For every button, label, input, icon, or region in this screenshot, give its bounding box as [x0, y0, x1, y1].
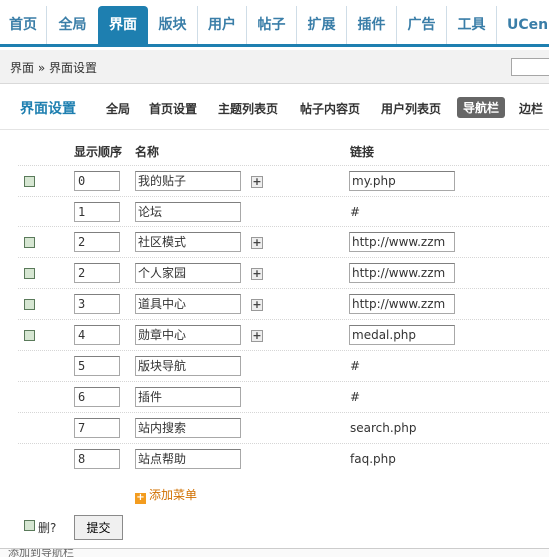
display-order-input[interactable]: 3: [74, 294, 120, 314]
row-divider: [18, 196, 549, 197]
submit-button[interactable]: 提交: [74, 515, 123, 540]
display-order-input[interactable]: 5: [74, 356, 120, 376]
row-checkbox[interactable]: [24, 299, 35, 310]
expand-submenu-icon[interactable]: +: [251, 237, 263, 249]
add-menu-link[interactable]: + 添加菜单: [135, 486, 197, 504]
row-checkbox[interactable]: [24, 176, 35, 187]
top-nav: 首页 全局 界面 版块 用户 帖子 扩展 插件 广告 工具 UCen: [0, 0, 549, 47]
delete-label: 删?: [38, 521, 57, 535]
column-header-link: 链接: [350, 145, 375, 159]
menu-name-input[interactable]: 版块导航: [135, 356, 241, 376]
breadcrumb-bar: 界面 » 界面设置: [0, 50, 549, 84]
search-input[interactable]: [511, 58, 549, 76]
row-divider: [18, 226, 549, 227]
row-divider: [18, 412, 549, 413]
subtab-user-list[interactable]: 用户列表页: [381, 100, 441, 117]
page-title: 界面设置: [20, 101, 76, 117]
expand-submenu-icon[interactable]: +: [251, 268, 263, 280]
add-icon: +: [135, 492, 146, 504]
row-divider: [18, 165, 549, 166]
menu-name-input[interactable]: 道具中心: [135, 294, 241, 314]
row-checkbox[interactable]: [24, 330, 35, 341]
display-order-input[interactable]: 2: [74, 263, 120, 283]
link-input[interactable]: my.php: [349, 171, 455, 191]
link-input[interactable]: medal.php: [349, 325, 455, 345]
add-menu-label: 添加菜单: [149, 488, 198, 502]
link-text: #: [350, 390, 361, 404]
display-order-input[interactable]: 8: [74, 449, 120, 469]
tab-posts[interactable]: 帖子: [246, 6, 296, 44]
row-divider: [18, 381, 549, 382]
row-divider: [18, 319, 549, 320]
subtab-thread-list[interactable]: 主题列表页: [218, 100, 278, 117]
tab-tools[interactable]: 工具: [446, 6, 496, 44]
tab-interface[interactable]: 界面: [98, 6, 148, 47]
tab-global[interactable]: 全局: [46, 6, 98, 44]
delete-checkbox[interactable]: [24, 520, 35, 531]
tab-users[interactable]: 用户: [197, 6, 246, 44]
tab-forums[interactable]: 版块: [148, 6, 197, 44]
link-input[interactable]: http://www.zzm: [349, 263, 455, 283]
subtab-home-settings[interactable]: 首页设置: [149, 100, 197, 117]
sub-header: 界面设置 全局 首页设置 主题列表页 帖子内容页 用户列表页 导航栏 边栏: [0, 84, 549, 130]
display-order-input[interactable]: 7: [74, 418, 120, 438]
subtab-sidebar[interactable]: 边栏: [519, 100, 543, 117]
menu-name-input[interactable]: 站点帮助: [135, 449, 241, 469]
menu-name-input[interactable]: 插件: [135, 387, 241, 407]
menu-name-input[interactable]: 社区模式: [135, 232, 241, 252]
row-divider: [18, 443, 549, 444]
link-text: faq.php: [350, 452, 396, 466]
display-order-input[interactable]: 4: [74, 325, 120, 345]
column-header-name: 名称: [135, 145, 160, 159]
tab-ads[interactable]: 广告: [396, 6, 446, 44]
tab-ucenter[interactable]: UCen: [496, 6, 549, 44]
menu-name-input[interactable]: 我的贴子: [135, 171, 241, 191]
tab-extend[interactable]: 扩展: [296, 6, 346, 44]
display-order-input[interactable]: 1: [74, 202, 120, 222]
row-divider: [18, 288, 549, 289]
menu-name-input[interactable]: 个人家园: [135, 263, 241, 283]
bottom-text: 添加到导航栏: [8, 548, 74, 557]
tab-home[interactable]: 首页: [0, 6, 46, 44]
link-input[interactable]: http://www.zzm: [349, 232, 455, 252]
menu-name-input[interactable]: 勋章中心: [135, 325, 241, 345]
row-divider: [18, 257, 549, 258]
row-checkbox[interactable]: [24, 268, 35, 279]
tab-plugins[interactable]: 插件: [346, 6, 396, 44]
link-text: search.php: [350, 421, 417, 435]
subtab-global[interactable]: 全局: [106, 100, 130, 117]
link-input[interactable]: http://www.zzm: [349, 294, 455, 314]
link-text: #: [350, 359, 361, 373]
subtab-navbar[interactable]: 导航栏: [457, 97, 506, 118]
display-order-input[interactable]: 6: [74, 387, 120, 407]
display-order-input[interactable]: 2: [74, 232, 120, 252]
row-checkbox[interactable]: [24, 237, 35, 248]
expand-submenu-icon[interactable]: +: [251, 299, 263, 311]
column-header-order: 显示顺序: [74, 145, 123, 159]
row-divider: [18, 350, 549, 351]
expand-submenu-icon[interactable]: +: [251, 176, 263, 188]
menu-name-input[interactable]: 站内搜索: [135, 418, 241, 438]
bottom-bar: 添加到导航栏: [0, 548, 549, 557]
menu-name-input[interactable]: 论坛: [135, 202, 241, 222]
subtab-post-content[interactable]: 帖子内容页: [300, 100, 360, 117]
display-order-input[interactable]: 0: [74, 171, 120, 191]
link-text: #: [350, 205, 361, 219]
breadcrumb: 界面 » 界面设置: [10, 61, 97, 75]
expand-submenu-icon[interactable]: +: [251, 330, 263, 342]
